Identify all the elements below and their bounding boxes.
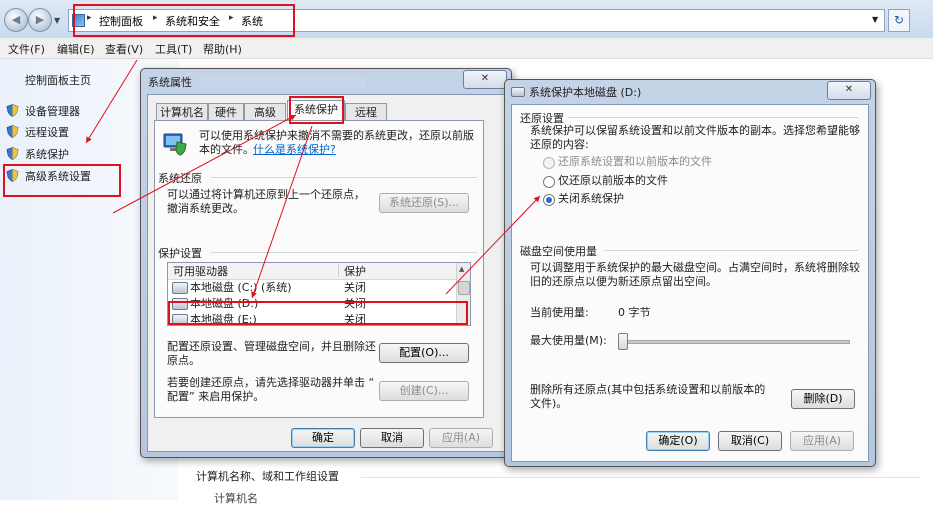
annotation-box-protection-tab [289,96,344,124]
drive-name: 本地磁盘 (C:) (系统) [190,281,292,294]
menu-tools[interactable]: 工具(T) [155,41,192,57]
drive-list-header: 可用驱动器 保护 [168,263,456,280]
control-panel-home-link[interactable]: 控制面板主页 [25,72,91,88]
max-usage-slider-thumb[interactable] [618,333,628,350]
tab-advanced[interactable]: 高级 [244,103,286,121]
restore-description-line2: 还原的内容: [530,138,589,151]
group-divider [211,252,477,253]
apply-button[interactable]: 应用(A) [790,431,854,451]
system-properties-dialog: 系统属性 ✕ 计算机名 硬件 高级 系统保护 远程 可以使用系统保护来撤消不需要… [140,68,512,458]
system-protection-link[interactable]: 系统保护 [25,146,69,162]
system-properties-title: 系统属性 [148,76,192,89]
drive-row[interactable]: 本地磁盘 (C:) (系统) 关闭 [168,280,456,295]
annotation-box-advanced-settings [3,164,121,197]
restore-text-line1: 可以通过将计算机还原到上一个还原点， [167,188,365,201]
hard-drive-icon [511,87,525,97]
device-manager-link[interactable]: 设备管理器 [25,103,80,119]
create-text-line1: 若要创建还原点，请先选择驱动器并单击 “ [167,376,375,389]
scroll-thumb[interactable] [458,281,470,295]
current-usage-label: 当前使用量: [530,306,589,319]
column-divider [338,265,339,277]
intro-text-line1: 可以使用系统保护来撤消不需要的系统更改，还原以前版 [199,129,474,142]
menu-file[interactable]: 文件(F) [8,41,45,57]
option-restore-settings-and-files-radio[interactable] [543,157,555,169]
configure-text-line1: 配置还原设置、管理磁盘空间，并且删除还 [167,340,376,353]
system-restore-button[interactable]: 系统还原(S)... [379,193,469,213]
tab-computer-name[interactable]: 计算机名 [156,103,208,121]
system-properties-body: 计算机名 硬件 高级 系统保护 远程 可以使用系统保护来撤消不需要的系统更改，还… [147,94,505,452]
ok-button[interactable]: 确定 [291,428,355,448]
disk-usage-description-line1: 可以调整用于系统保护的最大磁盘空间。占满空间时，系统将删除较 [530,261,860,274]
computer-name-section-title: 计算机名称、域和工作组设置 [196,470,339,483]
annotation-box-breadcrumb [73,4,295,37]
disk-protection-title: 系统保护本地磁盘 (D:) [529,86,642,99]
create-button[interactable]: 创建(C)... [379,381,469,401]
option-turn-off-protection-label[interactable]: 关闭系统保护 [558,192,624,206]
restore-description-line1: 系统保护可以保留系统设置和以前文件版本的副本。选择您希望能够 [530,124,860,137]
configure-button[interactable]: 配置(O)... [379,343,469,363]
scroll-up-icon[interactable]: ▲ [459,265,464,273]
menu-edit[interactable]: 编辑(E) [57,41,95,57]
disk-protection-dialog: 系统保护本地磁盘 (D:) ✕ 还原设置 系统保护可以保留系统设置和以前文件版本… [504,79,876,467]
address-dropdown-icon[interactable]: ▼ [872,15,878,24]
system-restore-group-label: 系统还原 [158,172,202,185]
option-turn-off-protection-radio[interactable] [543,194,555,206]
delete-description-line2: 文件)。 [530,397,568,410]
hard-drive-icon [172,282,188,294]
shield-icon [6,147,19,160]
back-button[interactable]: ◀ [4,8,28,32]
max-usage-label: 最大使用量(M): [530,334,607,347]
refresh-icon[interactable]: ↻ [888,9,910,32]
option-restore-files-only-label[interactable]: 仅还原以前版本的文件 [558,174,668,188]
shield-icon [6,104,19,117]
close-icon[interactable]: ✕ [827,81,871,100]
ok-button[interactable]: 确定(O) [646,431,710,451]
max-usage-slider-track[interactable] [618,340,850,344]
remote-settings-link[interactable]: 远程设置 [25,124,69,140]
cancel-button[interactable]: 取消 [360,428,424,448]
blurred-title-text [201,77,366,87]
tab-remote[interactable]: 远程 [345,103,387,121]
option-restore-files-only-radio[interactable] [543,176,555,188]
menu-help[interactable]: 帮助(H) [203,41,242,57]
menu-view[interactable]: 查看(V) [105,41,143,57]
group-divider [568,117,858,118]
group-divider [604,250,858,251]
restore-text-line2: 撤消系统更改。 [167,202,244,215]
menu-bar: 文件(F) 编辑(E) 查看(V) 工具(T) 帮助(H) [0,38,933,59]
current-usage-value: 0 字节 [618,306,651,319]
annotation-box-drive-d [168,301,468,325]
disk-usage-description-line2: 旧的还原点以便为新还原点留出空间。 [530,275,717,288]
tab-panel: 可以使用系统保护来撤消不需要的系统更改，还原以前版 本的文件。 什么是系统保护?… [154,120,484,418]
delete-description-line1: 删除所有还原点(其中包括系统设置和以前版本的 [530,383,766,396]
cancel-button[interactable]: 取消(C) [718,431,782,451]
protection-settings-group-label: 保护设置 [158,247,202,260]
group-divider [211,177,477,178]
shield-icon [6,125,19,138]
drive-protection-status: 关闭 [344,281,366,294]
column-header-drive[interactable]: 可用驱动器 [173,265,228,279]
close-icon[interactable]: ✕ [463,70,507,89]
section-divider [361,477,921,478]
recent-pages-chevron-icon[interactable]: ▼ [54,16,60,25]
tab-hardware[interactable]: 硬件 [208,103,244,121]
delete-button[interactable]: 删除(D) [791,389,855,409]
system-protection-icon [163,133,187,156]
computer-name-row-label: 计算机名 [214,492,258,505]
option-restore-settings-and-files-label[interactable]: 还原系统设置和以前版本的文件 [558,155,712,169]
configure-text-line2: 原点。 [167,354,200,367]
create-text-line2: 配置” 来启用保护。 [167,390,265,403]
forward-button[interactable]: ▶ [28,8,52,32]
intro-text-line2: 本的文件。 [199,143,254,156]
column-header-protection[interactable]: 保护 [344,265,366,279]
disk-protection-body: 还原设置 系统保护可以保留系统设置和以前文件版本的副本。选择您希望能够 还原的内… [511,104,869,462]
apply-button[interactable]: 应用(A) [429,428,493,448]
what-is-system-protection-link[interactable]: 什么是系统保护? [253,143,336,157]
disk-usage-group-label: 磁盘空间使用量 [520,245,597,258]
